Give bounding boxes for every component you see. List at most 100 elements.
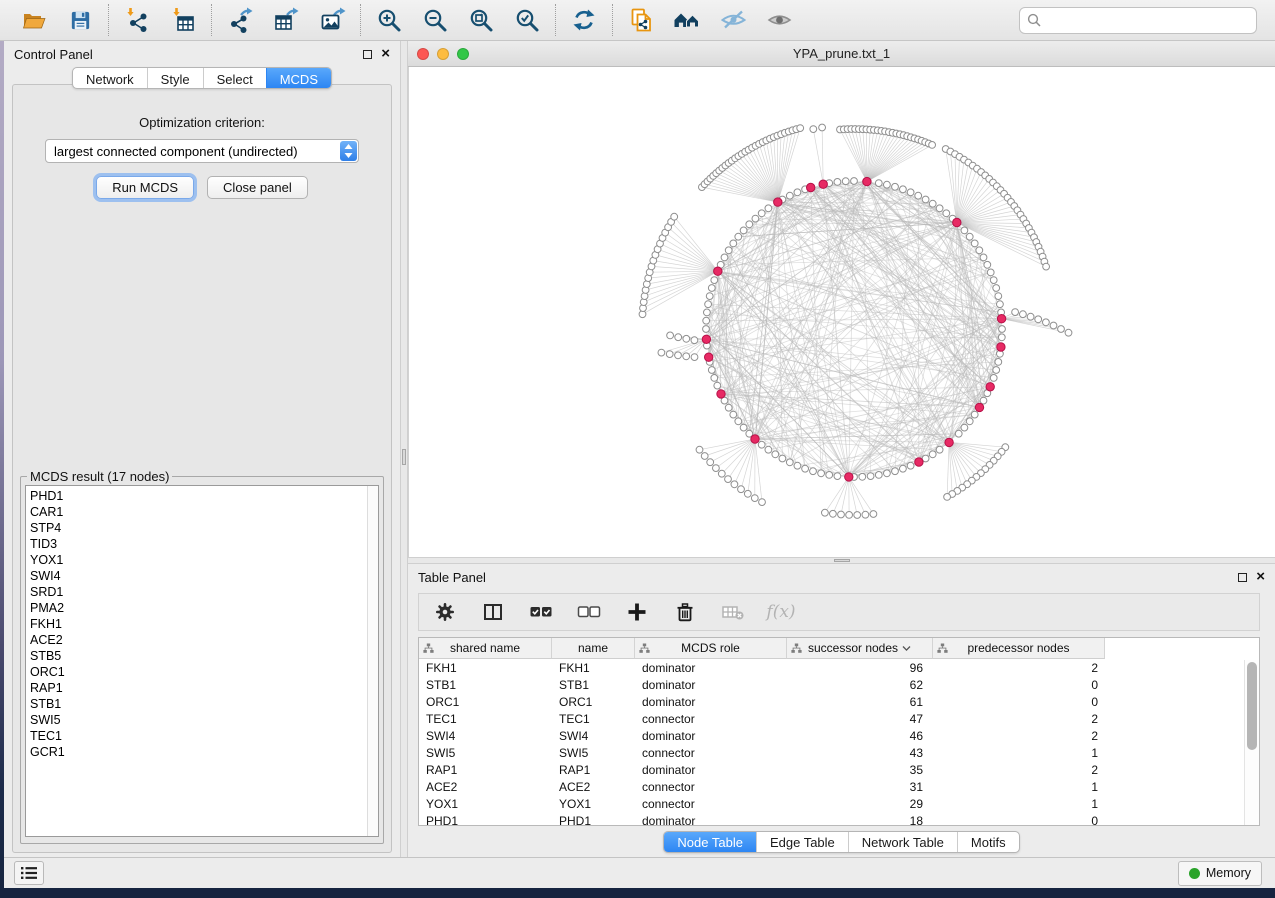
table-row[interactable]: TEC1TEC1connector472 [419,710,1259,727]
table-cell: connector [635,746,787,760]
vertical-splitter[interactable] [400,41,408,857]
memory-button[interactable]: Memory [1178,861,1262,886]
float-panel-icon[interactable] [363,50,372,59]
panel-list-button[interactable] [14,861,44,885]
table-row[interactable]: ACE2ACE2connector311 [419,778,1259,795]
table-cell: 2 [933,763,1105,777]
mcds-result-item[interactable]: TID3 [30,536,364,552]
settings-button[interactable] [433,600,457,624]
network-canvas[interactable] [408,67,1275,557]
window-close-icon[interactable] [417,48,429,60]
mcds-result-item[interactable]: RAP1 [30,680,364,696]
toggle-column-view-button[interactable] [481,600,505,624]
close-panel-button[interactable]: Close panel [207,176,308,199]
table-row[interactable]: STB1STB1dominator620 [419,676,1259,693]
table-cell: SWI4 [419,729,552,743]
import-network-button[interactable] [122,5,152,35]
mcds-result-item[interactable]: ORC1 [30,664,364,680]
delete-button[interactable] [673,600,697,624]
table-cell: 0 [933,678,1105,692]
import-table-button[interactable] [168,5,198,35]
mcds-result-item[interactable]: YOX1 [30,552,364,568]
table-cell: ORC1 [419,695,552,709]
zoom-selected-button[interactable] [512,5,542,35]
search-input[interactable] [1046,13,1249,28]
table-cell: PHD1 [552,814,635,827]
mcds-result-item[interactable]: STP4 [30,520,364,536]
select-all-button[interactable] [529,600,553,624]
mcds-result-item[interactable]: GCR1 [30,744,364,760]
table-row[interactable]: SWI5SWI5connector431 [419,744,1259,761]
table-cell: 18 [787,814,933,827]
export-image-button[interactable] [317,5,347,35]
window-minimize-icon[interactable] [437,48,449,60]
node-table[interactable]: shared namenameMCDS rolesuccessor nodesp… [418,637,1260,826]
tab-mcds[interactable]: MCDS [266,68,331,88]
close-panel-icon[interactable]: × [1256,572,1265,582]
table-row[interactable]: PHD1PHD1dominator180 [419,812,1259,826]
splitter-grip[interactable] [402,449,406,465]
trash-icon [674,601,696,623]
column-header-name[interactable]: name [552,638,635,659]
window-zoom-icon[interactable] [457,48,469,60]
zoom-out-button[interactable] [420,5,450,35]
table-tab-edge-table[interactable]: Edge Table [756,832,848,852]
first-neighbors-button[interactable] [672,5,702,35]
float-panel-icon[interactable] [1238,573,1247,582]
table-tab-node-table[interactable]: Node Table [664,832,756,852]
tab-network[interactable]: Network [73,68,147,88]
zoom-fit-button[interactable] [466,5,496,35]
mcds-result-item[interactable]: TEC1 [30,728,364,744]
function-builder-button[interactable]: f(x) [769,600,793,624]
mcds-result-item[interactable]: FKH1 [30,616,364,632]
mcds-result-item[interactable]: STB1 [30,696,364,712]
mcds-result-list[interactable]: PHD1CAR1STP4TID3YOX1SWI4SRD1PMA2FKH1ACE2… [25,485,379,837]
delete-table-button[interactable] [721,600,745,624]
mcds-result-item[interactable]: PHD1 [30,488,364,504]
criterion-dropdown[interactable]: largest connected component (undirected) [45,139,359,163]
mcds-result-item[interactable]: SWI4 [30,568,364,584]
mcds-result-item[interactable]: PMA2 [30,600,364,616]
table-tab-network-table[interactable]: Network Table [848,832,957,852]
table-row[interactable]: RAP1RAP1dominator352 [419,761,1259,778]
show-all-button[interactable] [764,5,794,35]
column-header-shared-name[interactable]: shared name [419,638,552,659]
horizontal-splitter[interactable] [408,557,1275,564]
table-row[interactable]: ORC1ORC1dominator610 [419,693,1259,710]
table-cell: connector [635,797,787,811]
add-button[interactable] [625,600,649,624]
splitter-grip[interactable] [834,559,850,562]
tab-select[interactable]: Select [203,68,266,88]
table-tab-motifs[interactable]: Motifs [957,832,1019,852]
deselect-all-button[interactable] [577,600,601,624]
mcds-result-item[interactable]: STB5 [30,648,364,664]
mcds-result-item[interactable]: ACE2 [30,632,364,648]
table-row[interactable]: FKH1FKH1dominator962 [419,659,1259,676]
zoom-in-button[interactable] [374,5,404,35]
save-session-button[interactable] [65,5,95,35]
column-header-predecessor-nodes[interactable]: predecessor nodes [933,638,1105,659]
mcds-result-item[interactable]: SRD1 [30,584,364,600]
open-file-button[interactable] [19,5,49,35]
refresh-button[interactable] [569,5,599,35]
table-scrollbar[interactable] [1244,660,1259,825]
run-mcds-button[interactable]: Run MCDS [96,176,194,199]
table-cell: 46 [787,729,933,743]
hide-selected-button[interactable] [718,5,748,35]
plus-icon [626,601,648,623]
duplicate-network-button[interactable] [626,5,656,35]
export-network-button[interactable] [225,5,255,35]
table-cell: SWI4 [552,729,635,743]
list-scrollbar[interactable] [367,486,378,836]
status-bar: Memory [4,857,1275,888]
column-header-successor-nodes[interactable]: successor nodes [787,638,933,659]
mcds-result-item[interactable]: SWI5 [30,712,364,728]
mcds-result-item[interactable]: CAR1 [30,504,364,520]
scrollbar-thumb[interactable] [1247,662,1257,750]
table-row[interactable]: YOX1YOX1connector291 [419,795,1259,812]
close-panel-icon[interactable]: × [381,49,390,59]
table-row[interactable]: SWI4SWI4dominator462 [419,727,1259,744]
column-header-MCDS-role[interactable]: MCDS role [635,638,787,659]
export-table-button[interactable] [271,5,301,35]
tab-style[interactable]: Style [147,68,203,88]
